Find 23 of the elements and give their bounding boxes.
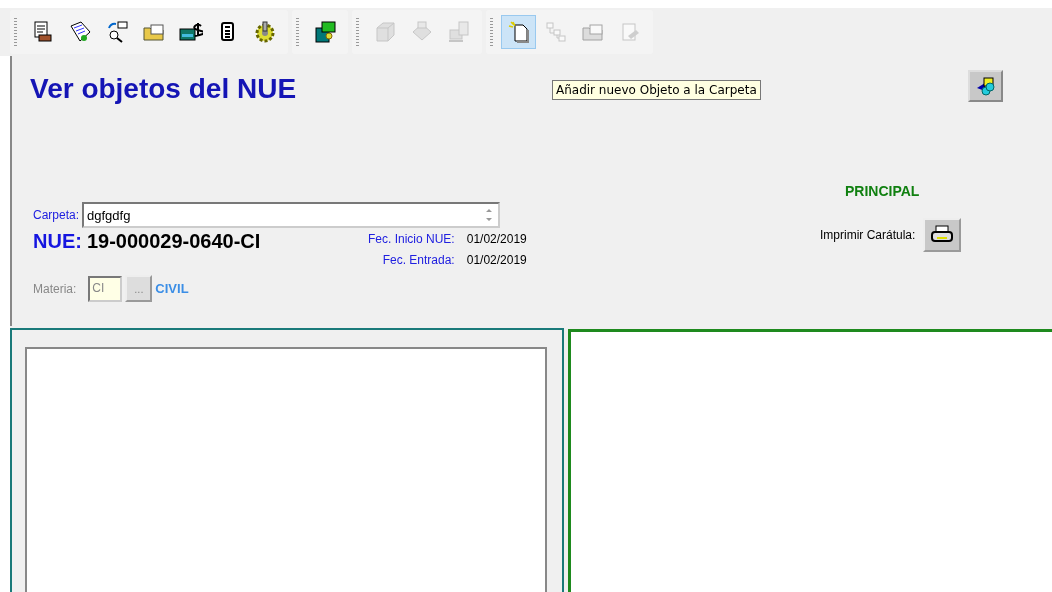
shapes-button[interactable]: [968, 70, 1003, 102]
computer-icon: [446, 20, 471, 44]
date-label: Fec. Entrada:: [381, 253, 455, 267]
date-value: 01/02/2019: [466, 232, 527, 246]
materia-name: CIVIL: [155, 281, 189, 296]
nue-number: 19-000029-0640-CI: [86, 230, 261, 253]
print-button[interactable]: [923, 218, 962, 252]
carpeta-label: Carpeta:: [33, 208, 80, 222]
newdoc-icon: [506, 20, 531, 44]
nue-label: NUE:: [33, 230, 82, 253]
date-label: Fec. Inicio NUE:: [368, 232, 455, 246]
tooltip: Añadir nuevo Objeto a la Carpeta: [552, 80, 761, 100]
status-label: PRINCIPAL: [845, 183, 920, 199]
spin-arrows-icon[interactable]: [484, 206, 495, 224]
tree-icon: [543, 20, 568, 44]
date-value: 01/02/2019: [466, 253, 527, 267]
money-icon: [178, 20, 203, 44]
carpeta-field[interactable]: dgfgdfg: [82, 202, 501, 228]
page-title: Ver objetos del NUE: [30, 73, 297, 105]
print-label: Imprimir Carátula:: [820, 228, 916, 242]
notepad-icon: [67, 20, 92, 44]
materia-label: Materia:: [33, 281, 77, 296]
newdoc-tool-button[interactable]: [501, 15, 536, 49]
